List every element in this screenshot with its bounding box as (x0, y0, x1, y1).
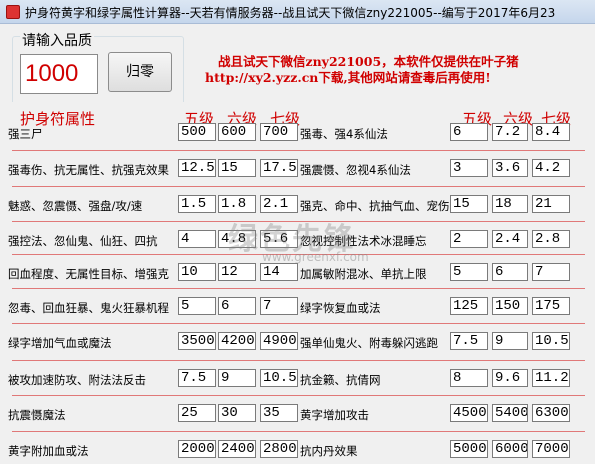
right-value-v5[interactable]: 5000 (450, 440, 488, 458)
row-divider (12, 288, 585, 289)
quality-input[interactable]: 1000 (20, 54, 98, 94)
row-divider (12, 150, 585, 151)
watermark-url: www.greenxf.com (262, 250, 369, 264)
left-value-v7[interactable]: 10.5 (260, 369, 298, 387)
left-value-v5[interactable]: 4 (178, 230, 216, 248)
right-value-v5[interactable]: 3 (450, 159, 488, 177)
app-icon (6, 5, 20, 19)
left-value-v5[interactable]: 2000 (178, 440, 216, 458)
left-value-v6[interactable]: 1.8 (218, 195, 256, 213)
left-value-v7[interactable]: 700 (260, 123, 298, 141)
quality-group-label: 请输入品质 (20, 30, 94, 50)
attribute-label: 抗内丹效果 (300, 444, 358, 458)
row-divider (12, 360, 585, 361)
left-value-v5[interactable]: 10 (178, 263, 216, 281)
right-value-v5[interactable]: 7.5 (450, 332, 488, 350)
right-value-v5[interactable]: 15 (450, 195, 488, 213)
title-bar: 护身符黄字和绿字属性计算器--天若有情服务器--战且试天下微信zny221005… (0, 0, 595, 24)
attribute-label: 被攻加速防攻、附法法反击 (8, 373, 146, 387)
right-value-v6[interactable]: 6 (492, 263, 528, 281)
attribute-label: 魅惑、忽震慑、强盘/攻/速 (8, 199, 143, 213)
right-value-v5[interactable]: 125 (450, 297, 488, 315)
right-value-v6[interactable]: 3.6 (492, 159, 528, 177)
attribute-label: 忽毒、回血狂暴、鬼火狂暴机程 (8, 301, 169, 315)
left-value-v6[interactable]: 600 (218, 123, 256, 141)
right-value-v7[interactable]: 175 (532, 297, 570, 315)
notice-line-2: http://xy2.yzz.cn下载,其他网站请查毒后再使用! (205, 70, 491, 85)
left-value-v7[interactable]: 7 (260, 297, 298, 315)
attribute-label: 强三尸 (8, 127, 43, 141)
attribute-label: 抗金籁、抗倩网 (300, 373, 381, 387)
left-value-v6[interactable]: 30 (218, 404, 256, 422)
attribute-label: 抗震慑魔法 (8, 408, 66, 422)
left-value-v7[interactable]: 2800 (260, 440, 298, 458)
attribute-label: 强单仙鬼火、附毒躲闪逃跑 (300, 336, 438, 350)
attribute-label: 黄字增加攻击 (300, 408, 369, 422)
right-value-v7[interactable]: 21 (532, 195, 570, 213)
attribute-label: 强毒伤、抗无属性、抗强克效果 (8, 163, 169, 177)
left-value-v6[interactable]: 12 (218, 263, 256, 281)
left-value-v6[interactable]: 2400 (218, 440, 256, 458)
row-divider (12, 395, 585, 396)
right-value-v6[interactable]: 6000 (492, 440, 528, 458)
left-value-v6[interactable]: 6 (218, 297, 256, 315)
left-value-v5[interactable]: 500 (178, 123, 216, 141)
right-value-v5[interactable]: 5 (450, 263, 488, 281)
right-value-v6[interactable]: 150 (492, 297, 528, 315)
left-value-v7[interactable]: 4900 (260, 332, 298, 350)
right-value-v5[interactable]: 4500 (450, 404, 488, 422)
row-divider (12, 323, 585, 324)
attribute-label: 回血程度、无属性目标、增强克 (8, 267, 169, 281)
left-value-v5[interactable]: 7.5 (178, 369, 216, 387)
right-value-v7[interactable]: 8.4 (532, 123, 570, 141)
left-value-v5[interactable]: 1.5 (178, 195, 216, 213)
right-value-v5[interactable]: 6 (450, 123, 488, 141)
left-value-v5[interactable]: 12.5 (178, 159, 216, 177)
right-value-v5[interactable]: 2 (450, 230, 488, 248)
attribute-label: 绿字增加气血或魔法 (8, 336, 112, 350)
left-value-v5[interactable]: 5 (178, 297, 216, 315)
attribute-label: 强控法、忽仙鬼、仙狂、四抗 (8, 234, 158, 248)
right-value-v7[interactable]: 6300 (532, 404, 570, 422)
left-value-v7[interactable]: 35 (260, 404, 298, 422)
reset-button[interactable]: 归零 (108, 52, 172, 92)
right-value-v7[interactable]: 7000 (532, 440, 570, 458)
right-value-v6[interactable]: 18 (492, 195, 528, 213)
left-value-v5[interactable]: 25 (178, 404, 216, 422)
left-value-v6[interactable]: 4200 (218, 332, 256, 350)
right-value-v7[interactable]: 2.8 (532, 230, 570, 248)
right-value-v6[interactable]: 5400 (492, 404, 528, 422)
right-value-v6[interactable]: 2.4 (492, 230, 528, 248)
row-divider (12, 186, 585, 187)
left-value-v7[interactable]: 2.1 (260, 195, 298, 213)
attribute-label: 黄字附加血或法 (8, 444, 89, 458)
right-value-v6[interactable]: 9.6 (492, 369, 528, 387)
right-value-v7[interactable]: 7 (532, 263, 570, 281)
left-value-v6[interactable]: 15 (218, 159, 256, 177)
left-value-v6[interactable]: 9 (218, 369, 256, 387)
right-value-v7[interactable]: 4.2 (532, 159, 570, 177)
left-value-v7[interactable]: 14 (260, 263, 298, 281)
row-divider (12, 431, 585, 432)
right-value-v7[interactable]: 11.2 (532, 369, 570, 387)
left-value-v7[interactable]: 17.5 (260, 159, 298, 177)
left-value-v5[interactable]: 3500 (178, 332, 216, 350)
window-title: 护身符黄字和绿字属性计算器--天若有情服务器--战且试天下微信zny221005… (25, 6, 556, 20)
attribute-label: 强震慑、忽视4系仙法 (300, 163, 411, 177)
attribute-label: 绿字恢复血或法 (300, 301, 381, 315)
right-value-v5[interactable]: 8 (450, 369, 488, 387)
right-value-v6[interactable]: 7.2 (492, 123, 528, 141)
attribute-label: 加属敏附混冰、单抗上限 (300, 267, 427, 281)
attribute-label: 强克、命中、抗抽气血、宠伤 (300, 199, 450, 213)
attribute-label: 强毒、强4系仙法 (300, 127, 388, 141)
right-value-v7[interactable]: 10.5 (532, 332, 570, 350)
right-value-v6[interactable]: 9 (492, 332, 528, 350)
client-area: 请输入品质 1000 归零 战且试天下微信zny221005，本软件仅提供在叶子… (0, 24, 595, 464)
